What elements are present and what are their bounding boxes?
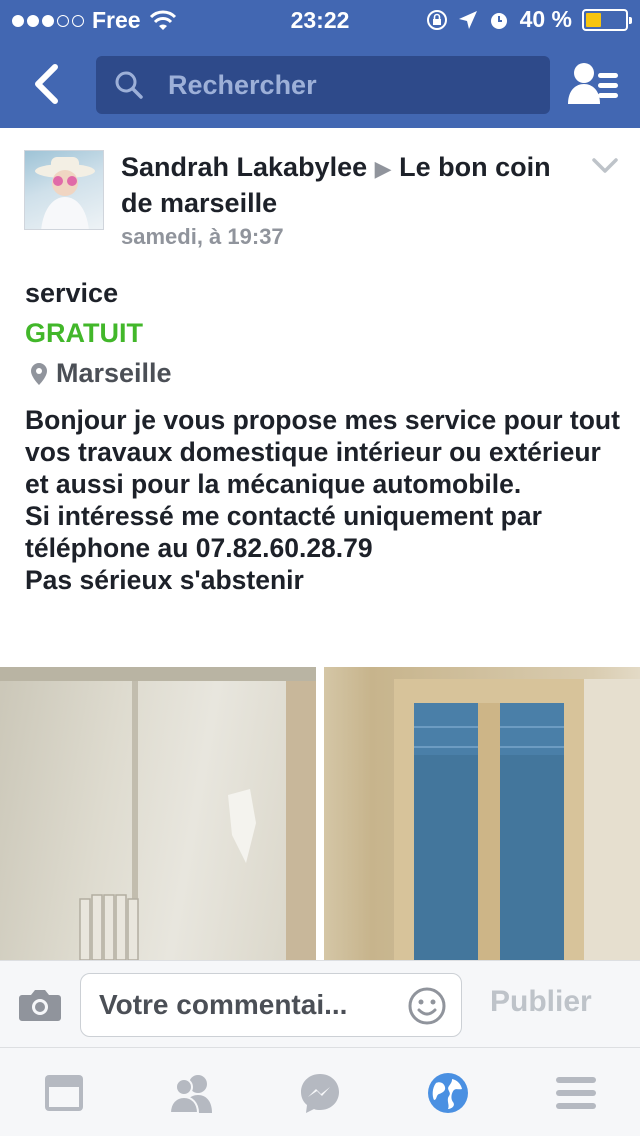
author-avatar[interactable] (24, 150, 104, 230)
location-arrow-icon (458, 10, 477, 29)
tab-bar (0, 1048, 640, 1136)
chevron-down-icon (592, 158, 618, 173)
rotation-lock-icon (426, 9, 447, 30)
emoji-icon[interactable] (407, 986, 447, 1026)
triangle-right-icon: ▶ (374, 156, 392, 181)
avatar-photo (35, 157, 95, 229)
menu-icon (556, 1077, 596, 1109)
battery-icon (582, 8, 632, 31)
listing-location: Marseille (30, 358, 172, 389)
news-feed-icon (45, 1075, 83, 1111)
friend-requests-button[interactable] (566, 60, 620, 110)
top-bar: Free 23:22 40 % Rechercher (0, 0, 640, 128)
tab-news-feed[interactable] (40, 1070, 88, 1116)
friends-icon (168, 1075, 212, 1113)
camera-icon (19, 990, 61, 1021)
post-title: Sandrah Lakabylee ▶ Le bon coin de marse… (121, 150, 581, 220)
battery-percent: 40 % (519, 6, 572, 32)
wall-photo (0, 667, 316, 960)
tab-notifications[interactable] (424, 1070, 472, 1116)
post-body-text: Bonjour je vous propose mes service pour… (25, 405, 620, 595)
listing-title: service (25, 278, 119, 308)
comment-bar: Votre commentai... Publier (0, 960, 640, 1048)
comment-placeholder: Votre commentai... (99, 989, 348, 1020)
friend-requests-icon (568, 63, 618, 104)
post-photo-window[interactable] (324, 667, 640, 960)
search-input[interactable]: Rechercher (96, 56, 550, 114)
post-timestamp[interactable]: samedi, à 19:37 (121, 224, 284, 250)
status-bar: Free 23:22 40 % (0, 0, 640, 40)
camera-button[interactable] (18, 987, 62, 1023)
tab-messenger[interactable] (296, 1070, 344, 1116)
post-options-button[interactable] (590, 154, 620, 178)
location-pin-icon (31, 362, 47, 385)
battery-level (586, 12, 602, 27)
back-button[interactable] (22, 58, 70, 110)
publish-button[interactable]: Publier (490, 985, 592, 1019)
messenger-icon (301, 1074, 339, 1113)
comment-input[interactable]: Votre commentai... (80, 973, 462, 1037)
location-label: Marseille (56, 358, 172, 388)
post-photo-wall[interactable] (0, 667, 316, 960)
listing-price: GRATUIT (25, 318, 143, 348)
search-placeholder: Rechercher (168, 69, 317, 100)
author-name[interactable]: Sandrah Lakabylee (121, 152, 367, 182)
window-photo (394, 679, 640, 960)
alarm-icon (490, 12, 507, 29)
tab-friends[interactable] (168, 1070, 216, 1116)
search-icon (115, 71, 143, 99)
globe-icon (428, 1073, 468, 1113)
chevron-left-icon (35, 64, 58, 104)
tab-menu[interactable] (552, 1070, 600, 1116)
